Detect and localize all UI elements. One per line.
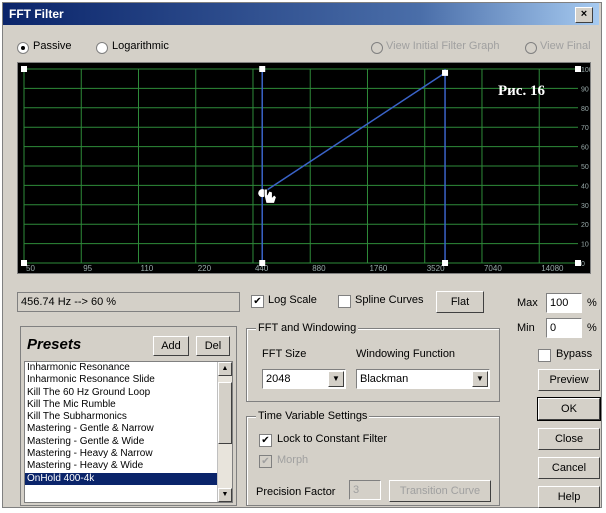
spline-curves-label: Spline Curves [355,294,424,306]
presets-scrollbar[interactable]: ▲ ▼ [217,362,232,502]
log-scale-checkbox[interactable]: ✔ [251,295,264,308]
min-label: Min [517,322,535,334]
control-point-handle [259,66,266,72]
y-tick-label: 90 [581,86,589,93]
windowing-function-label: Windowing Function [356,348,456,360]
preset-list-item[interactable]: Mastering - Gentle & Wide [25,436,232,448]
title-bar[interactable]: FFT Filter × [3,3,599,25]
scroll-down-icon[interactable]: ▼ [218,488,232,502]
ok-button[interactable]: OK [537,397,601,421]
preset-list-item[interactable]: Mastering - Heavy & Narrow [25,448,232,460]
y-tick-label: 100 [581,67,590,74]
preset-list-item[interactable]: Inharmonic Resonance Slide [25,374,232,386]
x-tick-label: 880 [312,264,326,273]
presets-title: Presets [27,336,82,353]
cancel-button[interactable]: Cancel [538,457,600,479]
y-tick-label: 10 [581,242,589,249]
y-tick-label: 20 [581,222,589,229]
y-tick-label: 60 [581,145,589,152]
preset-list-item[interactable]: Kill The Mic Rumble [25,399,232,411]
window-title: FFT Filter [9,7,64,21]
preset-list-item[interactable]: Inharmonic Resonance [25,362,232,374]
time-variable-title: Time Variable Settings [256,410,370,422]
scroll-up-icon[interactable]: ▲ [218,362,232,376]
scroll-thumb[interactable] [218,382,232,444]
preset-list-item[interactable]: Kill The 60 Hz Ground Loop [25,387,232,399]
fft-size-value: 2048 [266,373,291,385]
view-initial-radio[interactable] [371,42,383,54]
logarithmic-radio[interactable] [96,42,108,54]
bypass-label: Bypass [556,348,593,360]
log-scale-label: Log Scale [268,294,317,306]
presets-list-items: Inharmonic Resonance Inharmonic Resonance… [25,362,232,485]
morph-label: Morph [277,454,309,466]
max-input[interactable]: 100 [546,293,582,313]
y-tick-label: 70 [581,125,589,132]
passive-label: Passive [33,40,72,52]
x-tick-label: 95 [83,264,92,273]
close-button[interactable]: Close [538,428,600,450]
x-tick-label: 110 [140,264,153,273]
fft-windowing-title: FFT and Windowing [256,322,359,334]
lock-constant-checkbox[interactable]: ✔ [259,434,272,447]
spline-curves-checkbox[interactable] [338,295,351,308]
logarithmic-label: Logarithmic [112,40,169,52]
max-unit: % [587,297,597,309]
chevron-down-icon[interactable]: ▼ [472,371,488,387]
filter-graph[interactable]: 50 95 110 220 440 880 1760 3520 7040 14080 0 10 20 30… [17,62,591,274]
x-tick-label: 1760 [369,264,387,273]
frequency-readout: 456.74 Hz --> 60 % [17,292,240,312]
view-final-radio[interactable] [525,42,537,54]
min-input[interactable]: 0 [546,318,582,338]
preset-list-item[interactable]: Kill The Subharmonics [25,411,232,423]
delete-preset-button[interactable]: Del [196,336,230,356]
help-button[interactable]: Help [538,486,600,508]
control-point-handle [575,66,581,72]
transition-curve-button[interactable]: Transition Curve [389,480,491,502]
preset-list-item[interactable]: OnHold 400-4k [25,472,232,485]
y-tick-label: 0 [581,261,585,268]
flat-button[interactable]: Flat [436,291,484,313]
hand-cursor-icon [263,188,277,204]
control-point-handle [259,260,266,266]
fft-windowing-group [246,328,500,402]
control-point-handle [442,69,449,76]
view-initial-label: View Initial Filter Graph [386,40,500,52]
windowing-function-value: Blackman [360,373,409,385]
x-tick-label: 220 [198,264,212,273]
y-tick-label: 80 [581,106,589,113]
y-tick-label: 30 [581,203,589,210]
filter-curve-segment [261,72,446,194]
y-tick-label: 40 [581,183,589,190]
control-point-handle [21,260,27,266]
x-tick-label: 14080 [541,264,564,273]
morph-checkbox[interactable]: ✔ [259,455,272,468]
windowing-function-select[interactable]: Blackman ▼ [356,369,490,389]
x-tick-label: 50 [26,264,35,273]
preset-list-item[interactable]: Mastering - Gentle & Narrow [25,423,232,435]
close-window-button[interactable]: × [575,7,593,23]
bypass-checkbox[interactable] [538,349,551,362]
passive-radio[interactable] [17,42,29,54]
x-tick-label: 7040 [484,264,502,273]
control-point-handle [21,66,27,72]
add-preset-button[interactable]: Add [153,336,189,356]
precision-factor-label: Precision Factor [256,486,336,498]
min-unit: % [587,322,597,334]
control-point-handle [575,260,581,266]
precision-factor-input[interactable]: 3 [349,480,381,500]
fft-size-label: FFT Size [262,348,307,360]
chevron-down-icon[interactable]: ▼ [328,371,344,387]
lock-constant-label: Lock to Constant Filter [277,433,388,445]
y-tick-label: 50 [581,164,589,171]
control-point-handle [442,260,449,266]
presets-list[interactable]: Inharmonic Resonance Inharmonic Resonance… [24,361,233,503]
view-final-label: View Final [540,40,591,52]
fft-size-select[interactable]: 2048 ▼ [262,369,346,389]
preset-list-item[interactable]: Mastering - Heavy & Wide [25,460,232,472]
max-label: Max [517,297,538,309]
preview-button[interactable]: Preview [538,369,600,391]
figure-caption: Рис. 16 [498,83,545,99]
